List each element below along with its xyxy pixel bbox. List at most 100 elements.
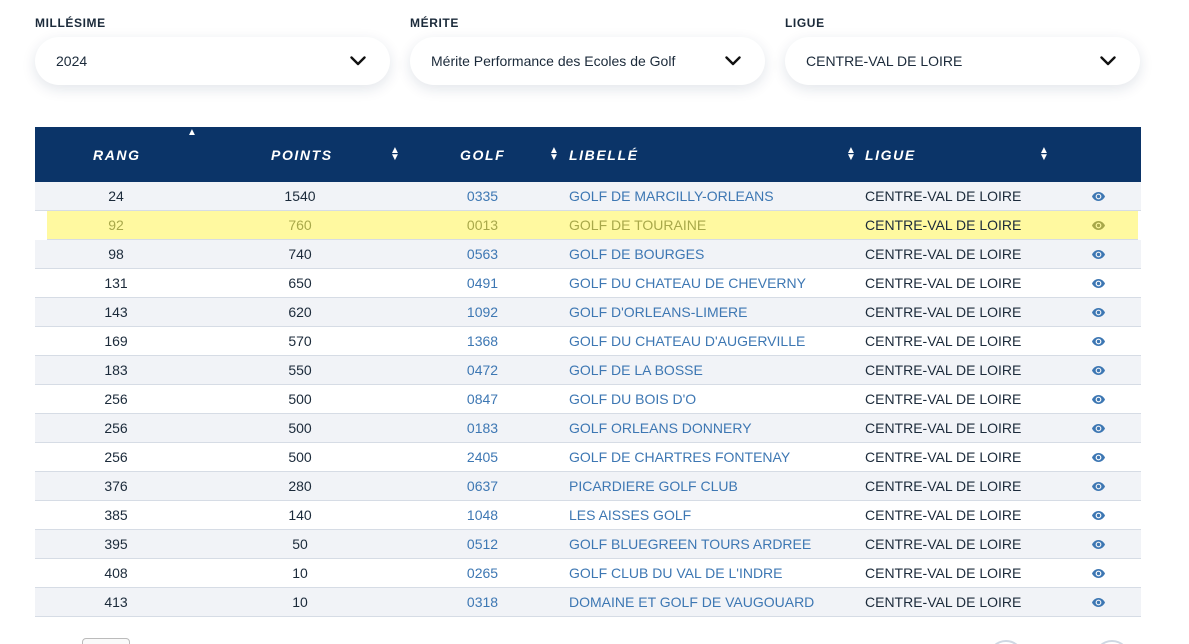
cell-rang: 256 bbox=[104, 420, 128, 436]
cell-ligue: CENTRE-VAL DE LOIRE bbox=[865, 391, 1022, 407]
column-header-points[interactable]: POINTS bbox=[271, 127, 333, 182]
column-header-ligue[interactable]: LIGUE bbox=[865, 127, 916, 182]
table-row: 24 1540 0335 GOLF DE MARCILLY-ORLEANS CENTRE… bbox=[35, 182, 1141, 211]
eye-icon[interactable] bbox=[1090, 501, 1106, 529]
cell-libelle-link[interactable]: GOLF D'ORLEANS-LIMERE bbox=[569, 298, 748, 326]
cell-libelle-link[interactable]: GOLF DE CHARTRES FONTENAY bbox=[569, 443, 790, 471]
table-row: 256 500 0183 GOLF ORLEANS DONNERY CENTRE-VAL… bbox=[35, 414, 1141, 443]
cell-libelle-link[interactable]: GOLF DU CHATEAU DE CHEVERNY bbox=[569, 269, 806, 297]
cell-rang: 24 bbox=[108, 188, 124, 204]
cell-golf-code-link[interactable]: 0563 bbox=[460, 240, 505, 268]
eye-icon[interactable] bbox=[1090, 530, 1106, 558]
cell-libelle-link[interactable]: GOLF CLUB DU VAL DE L'INDRE bbox=[569, 559, 783, 587]
cell-golf-code-link[interactable]: 0335 bbox=[460, 182, 505, 210]
table-row: 131 650 0491 GOLF DU CHATEAU DE CHEVERNY CEN… bbox=[35, 269, 1141, 298]
filter-millesime: MILLÉSIME 2024 bbox=[35, 16, 390, 85]
eye-icon[interactable] bbox=[1090, 240, 1106, 268]
cell-libelle-link[interactable]: GOLF DE BOURGES bbox=[569, 240, 704, 268]
cell-points: 570 bbox=[288, 333, 312, 349]
eye-icon[interactable] bbox=[1090, 559, 1106, 587]
cell-golf-code-link[interactable]: 0847 bbox=[460, 385, 505, 413]
cell-libelle-link[interactable]: GOLF DE LA BOSSE bbox=[569, 356, 703, 384]
column-header-rang[interactable]: RANG bbox=[93, 127, 141, 182]
cell-libelle-link[interactable]: LES AISSES GOLF bbox=[569, 501, 691, 529]
cell-points: 620 bbox=[288, 304, 312, 320]
cell-libelle-link[interactable]: GOLF DU BOIS D'O bbox=[569, 385, 696, 413]
eye-icon[interactable] bbox=[1090, 182, 1106, 210]
cell-golf-code-link[interactable]: 0637 bbox=[460, 472, 505, 500]
cell-points: 500 bbox=[288, 391, 312, 407]
sort-ascending-icon[interactable]: ▲ bbox=[187, 127, 197, 138]
cell-golf-code-link[interactable]: 1368 bbox=[460, 327, 505, 355]
cell-ligue: CENTRE-VAL DE LOIRE bbox=[865, 565, 1022, 581]
column-header-libelle[interactable]: LIBELLÉ bbox=[569, 127, 639, 182]
ligue-select[interactable]: CENTRE-VAL DE LOIRE bbox=[785, 37, 1140, 85]
sort-toggle-icon[interactable]: ▲ ▼ bbox=[1039, 146, 1049, 163]
eye-icon[interactable] bbox=[1090, 298, 1106, 326]
eye-icon[interactable] bbox=[1090, 472, 1106, 500]
eye-icon[interactable] bbox=[1090, 414, 1106, 442]
cell-golf-code-link[interactable]: 0472 bbox=[460, 356, 505, 384]
eye-icon[interactable] bbox=[1090, 327, 1106, 355]
table-row: 385 140 1048 LES AISSES GOLF CENTRE-VAL DE L… bbox=[35, 501, 1141, 530]
page-size-select[interactable] bbox=[82, 638, 130, 644]
cell-rang: 408 bbox=[104, 565, 128, 581]
eye-icon[interactable] bbox=[1090, 443, 1106, 471]
cell-points: 50 bbox=[292, 536, 308, 552]
cell-ligue: CENTRE-VAL DE LOIRE bbox=[865, 333, 1022, 349]
eye-icon[interactable] bbox=[1090, 588, 1106, 616]
cell-libelle-link[interactable]: PICARDIERE GOLF CLUB bbox=[569, 472, 738, 500]
millesime-select[interactable]: 2024 bbox=[35, 37, 390, 85]
cell-golf-code-link[interactable]: 0183 bbox=[460, 414, 505, 442]
cell-points: 760 bbox=[288, 217, 312, 233]
cell-libelle-link[interactable]: GOLF DE TOURAINE bbox=[569, 211, 706, 239]
table-row: 98 740 0563 GOLF DE BOURGES CENTRE-VAL DE LO… bbox=[35, 240, 1141, 269]
table-body: 24 1540 0335 GOLF DE MARCILLY-ORLEANS CENTRE… bbox=[35, 182, 1141, 617]
cell-libelle-link[interactable]: GOLF BLUEGREEN TOURS ARDREE bbox=[569, 530, 811, 558]
eye-icon[interactable] bbox=[1090, 385, 1106, 413]
cell-golf-code-link[interactable]: 0491 bbox=[460, 269, 505, 297]
cell-rang: 131 bbox=[104, 275, 128, 291]
pagination-prev-button[interactable] bbox=[988, 640, 1024, 644]
cell-rang: 256 bbox=[104, 391, 128, 407]
cell-ligue: CENTRE-VAL DE LOIRE bbox=[865, 536, 1022, 552]
cell-golf-code-link[interactable]: 1048 bbox=[460, 501, 505, 529]
merite-select-value: Mérite Performance des Ecoles de Golf bbox=[431, 53, 676, 69]
sort-toggle-icon[interactable]: ▲ ▼ bbox=[846, 146, 856, 163]
millesime-select-value: 2024 bbox=[56, 53, 88, 69]
cell-rang: 169 bbox=[104, 333, 128, 349]
cell-golf-code-link[interactable]: 0013 bbox=[460, 211, 505, 239]
eye-icon[interactable] bbox=[1090, 269, 1106, 297]
cell-libelle-link[interactable]: GOLF ORLEANS DONNERY bbox=[569, 414, 752, 442]
pagination-next-button[interactable] bbox=[1094, 640, 1130, 644]
cell-ligue: CENTRE-VAL DE LOIRE bbox=[865, 304, 1022, 320]
table-row: 92 760 0013 GOLF DE TOURAINE CENTRE-VAL DE L… bbox=[47, 211, 1138, 240]
cell-ligue: CENTRE-VAL DE LOIRE bbox=[865, 478, 1022, 494]
cell-rang: 183 bbox=[104, 362, 128, 378]
cell-points: 500 bbox=[288, 420, 312, 436]
merite-select[interactable]: Mérite Performance des Ecoles de Golf bbox=[410, 37, 765, 85]
table-row: 169 570 1368 GOLF DU CHATEAU D'AUGERVILLE CE… bbox=[35, 327, 1141, 356]
column-header-golf[interactable]: GOLF bbox=[460, 127, 505, 182]
table-row: 413 10 0318 DOMAINE ET GOLF DE VAUGOUARD CEN… bbox=[35, 588, 1141, 617]
cell-golf-code-link[interactable]: 0512 bbox=[460, 530, 505, 558]
cell-libelle-link[interactable]: GOLF DU CHATEAU D'AUGERVILLE bbox=[569, 327, 805, 355]
cell-points: 10 bbox=[292, 594, 308, 610]
cell-ligue: CENTRE-VAL DE LOIRE bbox=[865, 188, 1022, 204]
cell-golf-code-link[interactable]: 1092 bbox=[460, 298, 505, 326]
cell-golf-code-link[interactable]: 0318 bbox=[460, 588, 505, 616]
eye-icon[interactable] bbox=[1090, 211, 1106, 239]
cell-golf-code-link[interactable]: 0265 bbox=[460, 559, 505, 587]
filter-ligue: LIGUE CENTRE-VAL DE LOIRE bbox=[785, 16, 1140, 85]
table-row: 256 500 2405 GOLF DE CHARTRES FONTENAY CENTR… bbox=[35, 443, 1141, 472]
cell-rang: 395 bbox=[104, 536, 128, 552]
filter-merite-label: MÉRITE bbox=[410, 16, 459, 30]
cell-points: 550 bbox=[288, 362, 312, 378]
sort-toggle-icon[interactable]: ▲ ▼ bbox=[549, 146, 559, 163]
cell-libelle-link[interactable]: DOMAINE ET GOLF DE VAUGOUARD bbox=[569, 588, 814, 616]
eye-icon[interactable] bbox=[1090, 356, 1106, 384]
sort-toggle-icon[interactable]: ▲ ▼ bbox=[390, 146, 400, 163]
cell-libelle-link[interactable]: GOLF DE MARCILLY-ORLEANS bbox=[569, 182, 774, 210]
cell-points: 140 bbox=[288, 507, 312, 523]
cell-golf-code-link[interactable]: 2405 bbox=[460, 443, 505, 471]
